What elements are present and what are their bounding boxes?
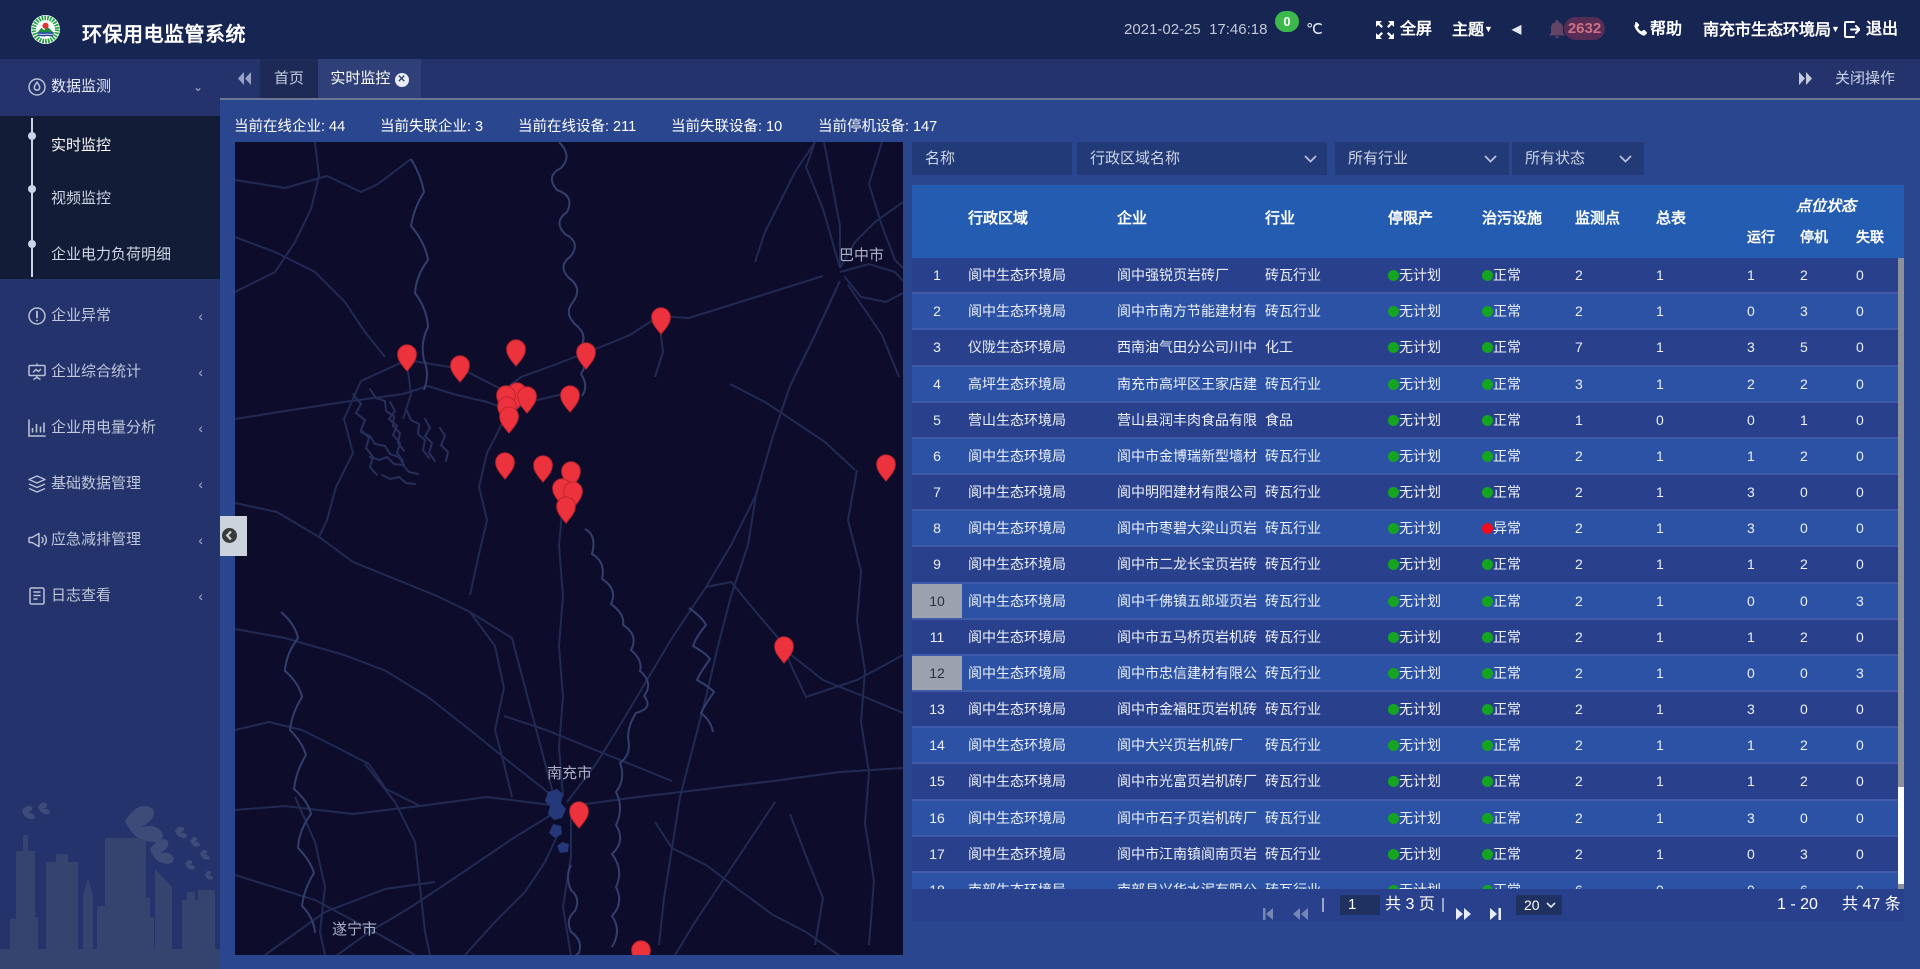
- svg-text:巴中市: 巴中市: [839, 247, 884, 264]
- svg-text:遂宁市: 遂宁市: [332, 921, 377, 938]
- svg-text:南充市: 南充市: [547, 765, 592, 782]
